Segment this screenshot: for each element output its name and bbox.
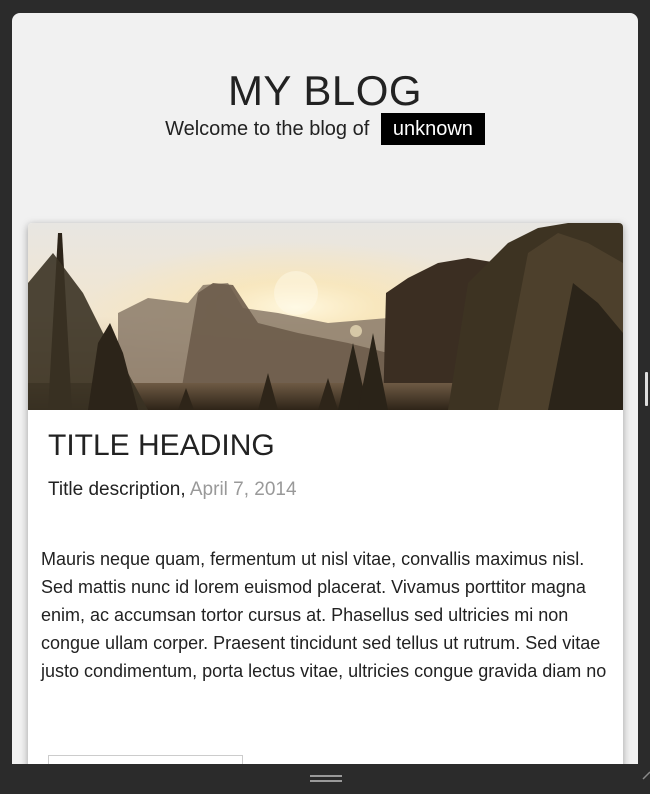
author-badge: unknown bbox=[380, 113, 485, 145]
post-title[interactable]: TITLE HEADING bbox=[48, 429, 275, 463]
resize-corner-icon[interactable] bbox=[640, 764, 650, 794]
post-hero-image bbox=[28, 223, 623, 410]
read-more-button[interactable] bbox=[48, 755, 243, 764]
post-description-line: Title description, April 7, 2014 bbox=[48, 479, 297, 501]
device-frame: MY BLOG Welcome to the blog of unknown T… bbox=[0, 0, 650, 794]
post-body: Mauris neque quam, fermentum ut nisl vit… bbox=[41, 549, 607, 681]
drag-grip-icon[interactable] bbox=[310, 774, 342, 784]
blog-post-card: TITLE HEADING Title description, April 7… bbox=[28, 223, 623, 764]
scrollbar-thumb[interactable] bbox=[645, 372, 648, 406]
post-description: Title description, bbox=[48, 479, 186, 500]
browser-viewport: MY BLOG Welcome to the blog of unknown T… bbox=[12, 13, 638, 764]
welcome-text: Welcome to the blog of bbox=[165, 118, 370, 140]
welcome-line: Welcome to the blog of unknown bbox=[12, 113, 638, 145]
post-date: April 7, 2014 bbox=[189, 479, 297, 500]
bottom-bar bbox=[0, 764, 650, 794]
blog-title: MY BLOG bbox=[227, 67, 423, 114]
